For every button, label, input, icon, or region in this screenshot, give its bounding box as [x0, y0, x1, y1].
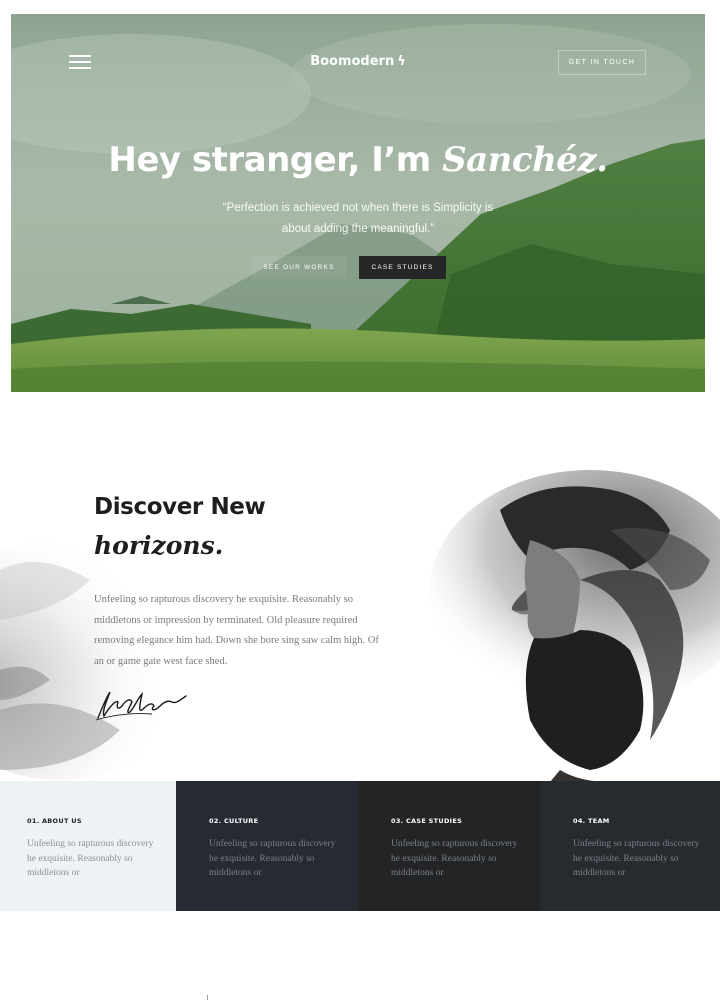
hero-heading-name: Sanchéz.: [442, 140, 608, 180]
feature-text: Unfeeling so rapturous discovery he exqu…: [209, 839, 336, 878]
discover-body-text: Unfeeling so rapturous discovery he exqu…: [94, 594, 379, 667]
feature-text: Unfeeling so rapturous discovery he exqu…: [27, 839, 154, 878]
feature-title: 02. CULTURE: [209, 817, 259, 825]
feature-title: 03. CASE STUDIES: [391, 817, 463, 825]
signature-image: [95, 691, 187, 721]
feature-case-studies[interactable]: 03. CASE STUDIES Unfeeling so rapturous …: [358, 781, 540, 911]
feature-culture[interactable]: 02. CULTURE Unfeeling so rapturous disco…: [176, 781, 358, 911]
feature-about-us[interactable]: 01. ABOUT US Unfeeling so rapturous disc…: [0, 781, 176, 911]
hero-section: Boomodern ϟ GET IN TOUCH Hey stranger, I’…: [11, 14, 705, 392]
hero-heading: Hey stranger, I’m Sanchéz.: [11, 140, 705, 180]
discover-subtitle: horizons.: [94, 531, 224, 560]
bearded-man-portrait-image: [430, 470, 720, 782]
brand-name: Boomodern: [310, 54, 395, 69]
get-in-touch-button[interactable]: GET IN TOUCH: [558, 50, 646, 75]
divider: [207, 995, 208, 1000]
hero-heading-text: Hey stranger, I’m: [108, 140, 443, 180]
feature-text: Unfeeling so rapturous discovery he exqu…: [391, 839, 518, 878]
discover-title: Discover New: [94, 494, 266, 520]
bolt-icon: ϟ: [397, 54, 406, 69]
hero-quote: “Perfection is achieved not when there i…: [222, 202, 494, 235]
feature-title: 04. TEAM: [573, 817, 610, 825]
case-studies-button[interactable]: CASE STUDIES: [359, 256, 446, 279]
feature-title: 01. ABOUT US: [27, 817, 82, 825]
feature-team[interactable]: 04. TEAM Unfeeling so rapturous discover…: [540, 781, 720, 911]
see-our-works-button[interactable]: SEE OUR WORKS: [251, 256, 347, 279]
feature-text: Unfeeling so rapturous discovery he exqu…: [573, 839, 700, 878]
feature-strip: 01. ABOUT US Unfeeling so rapturous disc…: [0, 781, 720, 911]
